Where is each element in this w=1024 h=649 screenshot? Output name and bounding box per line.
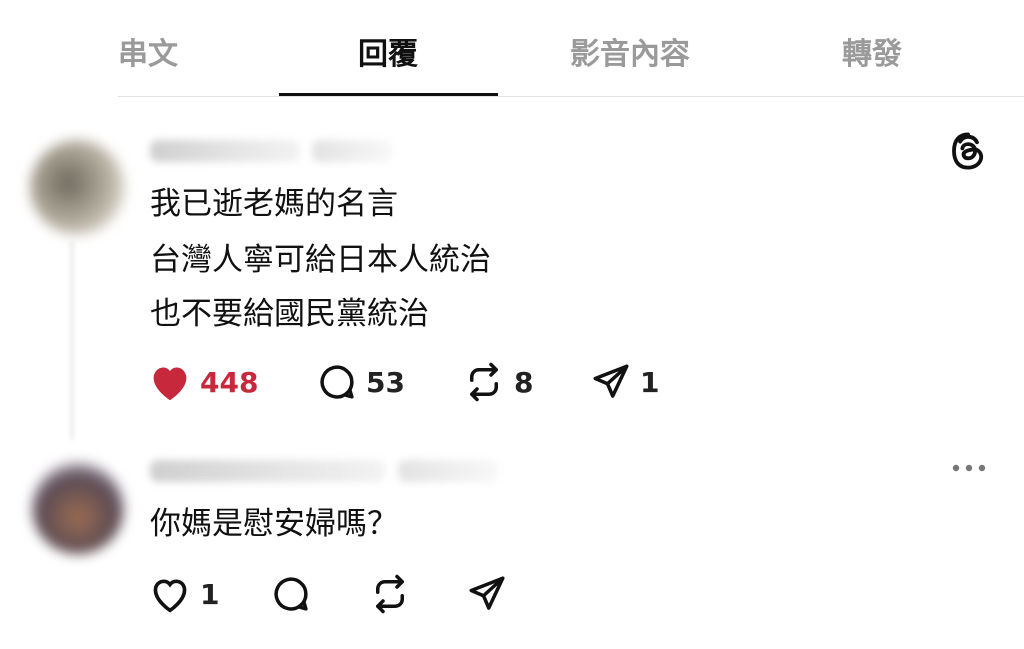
comment-icon bbox=[320, 365, 354, 399]
threads-logo-icon[interactable] bbox=[947, 130, 989, 172]
repost-button[interactable]: 8 bbox=[462, 360, 533, 404]
comment-icon bbox=[274, 577, 308, 611]
reply-like-button[interactable]: 1 bbox=[148, 572, 219, 616]
post-text-line-2: 台灣人寧可給日本人統治 bbox=[150, 242, 491, 278]
share-button[interactable]: 1 bbox=[590, 360, 659, 404]
share-icon bbox=[593, 364, 629, 398]
reply-like-count: 1 bbox=[200, 577, 220, 611]
repost-count: 8 bbox=[514, 365, 534, 399]
profile-tabs: 串文 回覆 影音內容 轉發 bbox=[0, 0, 1024, 97]
tab-media[interactable]: 影音內容 bbox=[545, 30, 715, 80]
username-blurred[interactable] bbox=[150, 140, 300, 162]
comment-count: 53 bbox=[366, 365, 405, 399]
repost-icon bbox=[376, 574, 404, 614]
thread-connector bbox=[70, 240, 74, 440]
comment-button[interactable]: 53 bbox=[316, 360, 405, 404]
repost-icon bbox=[470, 362, 498, 402]
like-count: 448 bbox=[200, 365, 259, 399]
timestamp-blurred bbox=[312, 140, 392, 162]
post-text-line-3: 也不要給國民黨統治 bbox=[150, 296, 429, 332]
heart-icon bbox=[153, 367, 187, 401]
share-count: 1 bbox=[640, 365, 660, 399]
reply-text: 你媽是慰安婦嗎？ bbox=[150, 506, 398, 542]
tab-reposts[interactable]: 轉發 bbox=[812, 30, 932, 80]
share-icon bbox=[469, 576, 505, 610]
more-icon[interactable] bbox=[950, 458, 990, 478]
post-text-line-1: 我已逝老媽的名言 bbox=[150, 186, 398, 222]
tab-threads[interactable]: 串文 bbox=[88, 30, 208, 80]
reply-repost-button[interactable] bbox=[368, 572, 412, 616]
reply-username-blurred[interactable] bbox=[150, 460, 385, 482]
like-button[interactable]: 448 bbox=[148, 360, 258, 404]
avatar[interactable] bbox=[30, 140, 125, 235]
reply-avatar[interactable] bbox=[32, 462, 124, 554]
reply-share-button[interactable] bbox=[466, 572, 508, 616]
reply-timestamp-blurred bbox=[398, 460, 498, 482]
tab-replies[interactable]: 回覆 bbox=[328, 30, 448, 80]
heart-icon bbox=[153, 579, 187, 613]
tabs-divider bbox=[118, 96, 1024, 97]
reply-comment-button[interactable] bbox=[270, 572, 312, 616]
